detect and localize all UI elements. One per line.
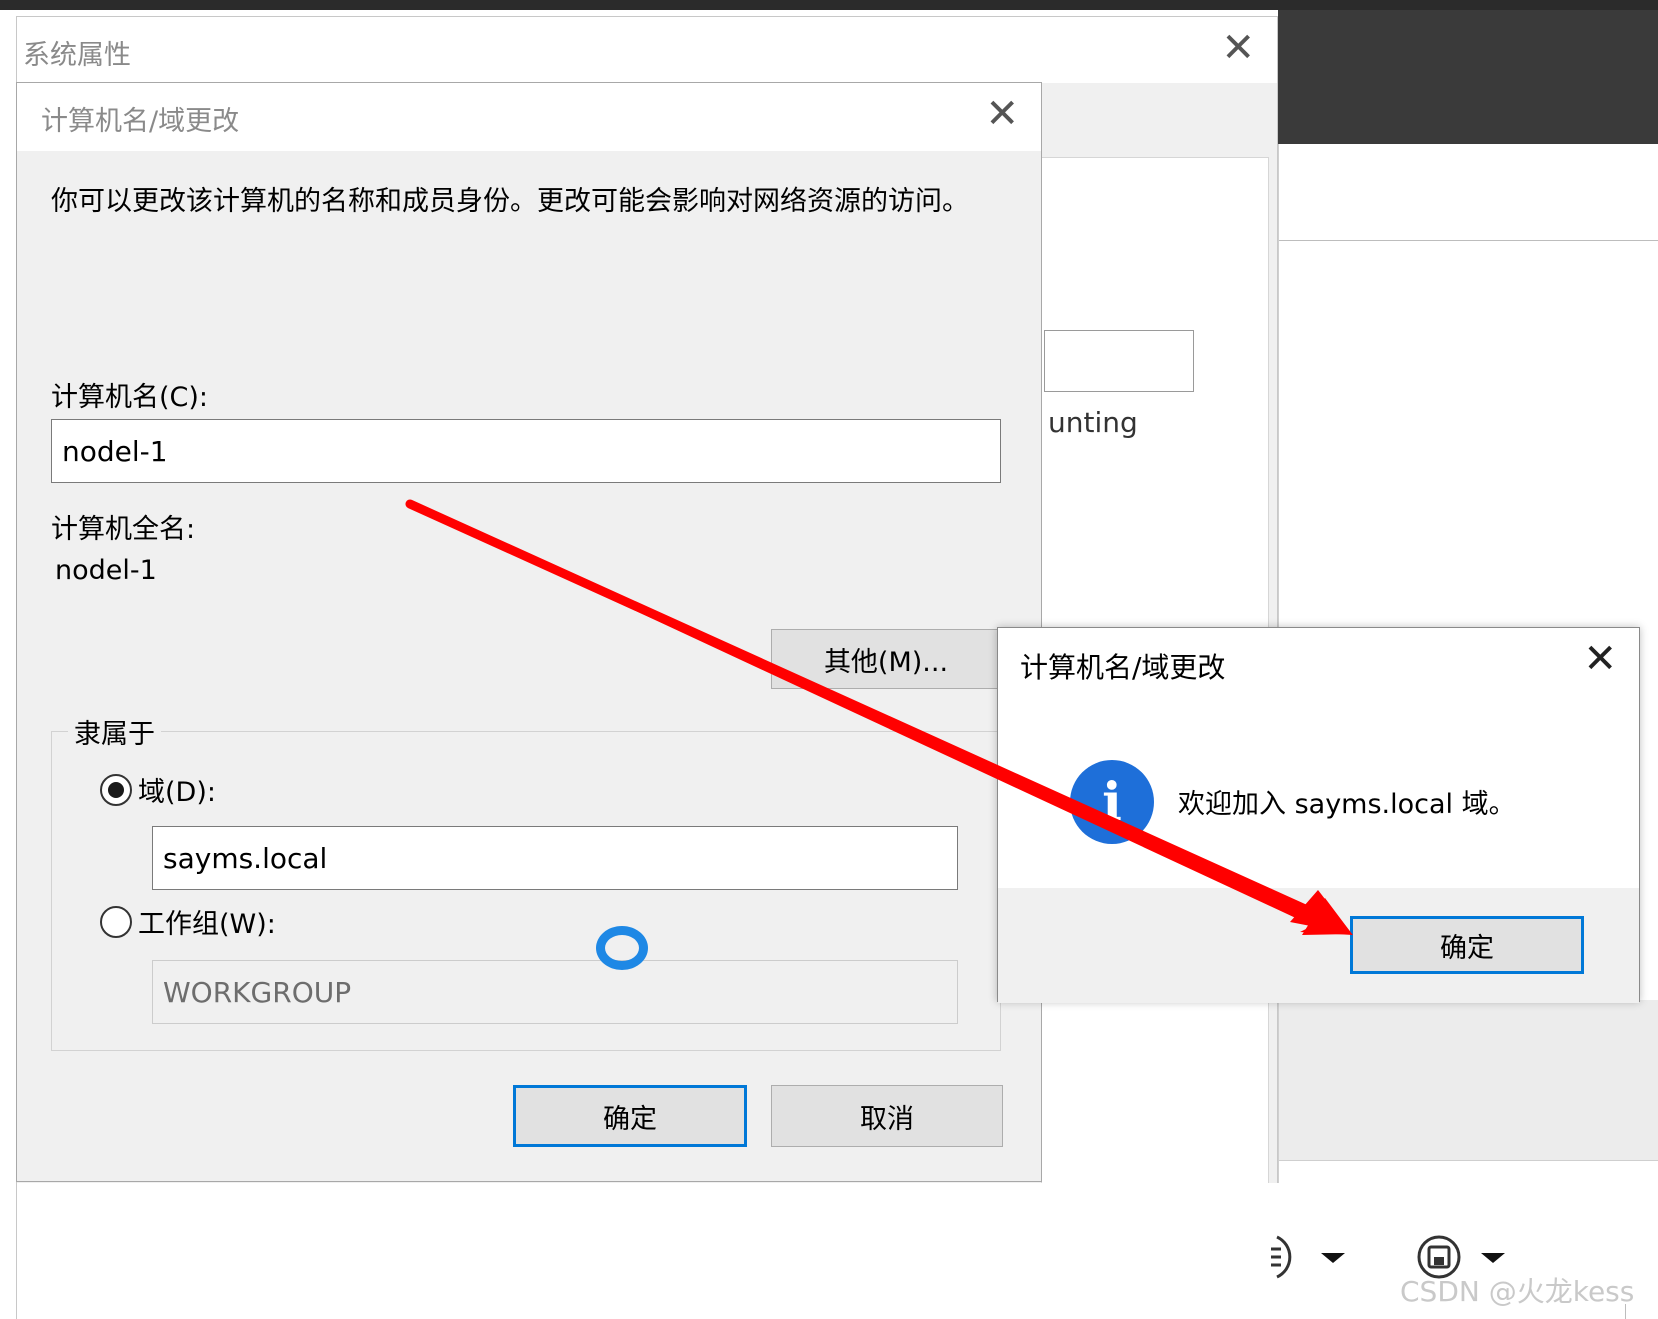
close-icon[interactable]: ✕: [1583, 636, 1617, 682]
domain-radio[interactable]: [100, 774, 132, 806]
background-gray-band: [1279, 1000, 1658, 1160]
partial-label: unting: [1048, 406, 1138, 439]
message-body: i 欢迎加入 sayms.local 域。: [998, 698, 1639, 876]
system-properties-title: 系统属性: [23, 40, 131, 71]
top-bar: [0, 0, 1658, 10]
domain-input[interactable]: sayms.local: [152, 826, 958, 890]
close-icon[interactable]: ✕: [985, 91, 1019, 137]
workgroup-radio-label: 工作组(W):: [138, 909, 276, 940]
full-name-label: 计算机全名:: [51, 514, 196, 545]
full-name-value: nodel-1: [55, 555, 157, 586]
divider: [1279, 240, 1658, 241]
chevron-down-icon: [1481, 1253, 1505, 1263]
cancel-button[interactable]: 取消: [771, 1085, 1003, 1147]
welcome-message-dialog: 计算机名/域更改 ✕ i 欢迎加入 sayms.local 域。 确定: [997, 627, 1640, 1003]
computer-name-label: 计算机名(C):: [51, 382, 209, 413]
member-of-legend: 隶属于: [68, 712, 161, 751]
ok-button[interactable]: 确定: [513, 1085, 747, 1147]
message-dialog-title: 计算机名/域更改: [1020, 651, 1226, 684]
dialog-description: 你可以更改该计算机的名称和成员身份。更改可能会影响对网络资源的访问。: [51, 186, 969, 217]
dialog-title: 计算机名/域更改: [41, 106, 240, 137]
welcome-message-text: 欢迎加入 sayms.local 域。: [1178, 789, 1516, 820]
description-input[interactable]: [1044, 330, 1194, 392]
computer-name-input[interactable]: nodel-1: [51, 419, 1001, 483]
message-ok-button[interactable]: 确定: [1350, 916, 1584, 974]
system-properties-bottom-area: [17, 1183, 1505, 1319]
list-icon: [1271, 1235, 1292, 1279]
close-icon[interactable]: ✕: [1221, 25, 1255, 71]
workgroup-radio[interactable]: [100, 906, 132, 938]
computer-name-domain-dialog: 计算机名/域更改 ✕ 你可以更改该计算机的名称和成员身份。更改可能会影响对网络资…: [16, 82, 1042, 1182]
more-button[interactable]: 其他(M)...: [771, 629, 1001, 689]
chevron-down-icon: [1321, 1253, 1345, 1263]
csdn-watermark: CSDN @火龙kess: [1400, 1275, 1635, 1308]
background-window-header: [1278, 10, 1658, 144]
dialog-titlebar: 计算机名/域更改 ✕: [17, 83, 1041, 151]
domain-radio-label: 域(D):: [138, 777, 216, 808]
info-icon: i: [1070, 760, 1154, 844]
system-properties-titlebar: 系统属性 ✕: [17, 17, 1277, 83]
loading-spinner-icon: [596, 926, 648, 970]
workgroup-input: WORKGROUP: [152, 960, 958, 1024]
member-of-group: 隶属于 域(D): sayms.local 工作组(W): WORKGROUP: [51, 712, 1001, 1051]
message-footer: 确定: [998, 888, 1639, 1003]
